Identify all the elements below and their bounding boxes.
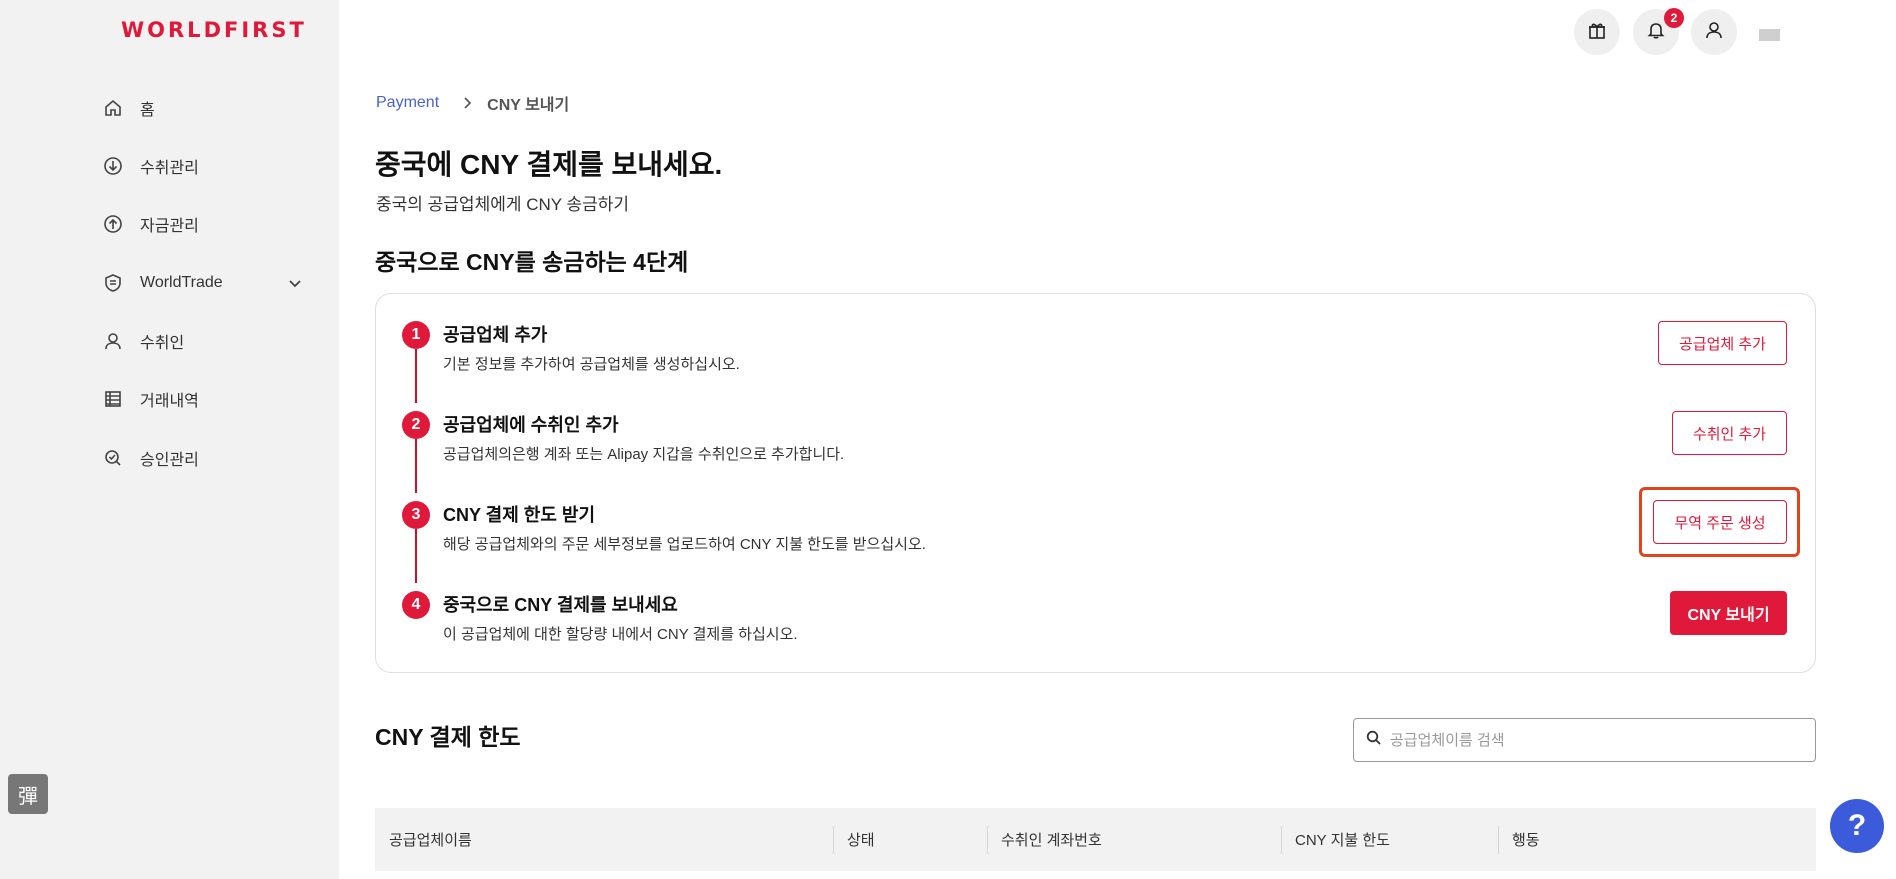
profile-button[interactable] xyxy=(1691,9,1737,55)
sidebar-item-label: 자금관리 xyxy=(140,218,199,235)
step-number: 1 xyxy=(402,321,430,349)
step-number: 2 xyxy=(402,411,430,439)
step-connector xyxy=(415,349,417,403)
add-payee-button[interactable]: 수취인 추가 xyxy=(1672,411,1787,455)
step-description: 공급업체의은행 계좌 또는 Alipay 지갑을 수취인으로 추가합니다. xyxy=(443,446,845,463)
arrow-down-circle-icon xyxy=(100,153,126,179)
user-icon xyxy=(1704,20,1724,45)
column-supplier-name: 공급업체이름 xyxy=(389,832,472,849)
gift-button[interactable] xyxy=(1574,9,1620,55)
bell-icon xyxy=(1646,20,1666,45)
cny-limit-heading: CNY 결제 한도 xyxy=(375,724,521,750)
arrow-up-circle-icon xyxy=(100,211,126,237)
page-subtitle: 중국의 공급업체에게 CNY 송금하기 xyxy=(376,195,630,214)
breadcrumb: Payment CNY 보내기 xyxy=(376,91,569,115)
column-payee-account: 수취인 계좌번호 xyxy=(1001,832,1102,849)
sidebar-item-label: 홈 xyxy=(140,102,155,119)
sidebar-item-label: 거래내역 xyxy=(140,393,199,410)
sidebar-item-home[interactable]: 홈 xyxy=(100,93,310,123)
page-title: 중국에 CNY 결제를 보내세요. xyxy=(375,149,723,180)
sidebar-item-receivables[interactable]: 수취관리 xyxy=(100,151,310,181)
table-icon xyxy=(100,386,126,412)
create-trade-order-button[interactable]: 무역 주문 생성 xyxy=(1653,500,1787,544)
step-connector xyxy=(415,529,417,583)
notification-count-badge: 2 xyxy=(1664,8,1684,28)
chevron-right-icon xyxy=(461,96,473,110)
sidebar-item-funds[interactable]: 자금관리 xyxy=(100,209,310,239)
chevron-down-icon[interactable] xyxy=(286,274,304,297)
search-icon xyxy=(1366,730,1382,751)
step-title: CNY 결제 한도 받기 xyxy=(443,505,596,525)
send-cny-button[interactable]: CNY 보내기 xyxy=(1670,591,1787,635)
supplier-search xyxy=(1353,718,1816,762)
shield-icon xyxy=(100,270,126,296)
sidebar-item-label: WorldTrade xyxy=(140,274,223,291)
step-connector xyxy=(415,439,417,493)
breadcrumb-current: CNY 보내기 xyxy=(487,97,570,114)
step-title: 공급업체에 수취인 추가 xyxy=(443,415,619,435)
sidebar-item-label: 승인관리 xyxy=(140,452,199,469)
sidebar: WORLDFIRST 홈 수취관리 자금관리 WorldTrade 수취인 거래… xyxy=(0,0,339,879)
step-title: 중국으로 CNY 결제를 보내세요 xyxy=(443,595,678,615)
home-icon xyxy=(100,95,126,121)
step-description: 이 공급업체에 대한 할당량 내에서 CNY 결제를 하십시오. xyxy=(443,626,798,643)
check-search-icon xyxy=(100,445,126,471)
cny-limit-table-header: 공급업체이름 상태 수취인 계좌번호 CNY 지불 한도 행동 xyxy=(375,808,1816,871)
column-action: 행동 xyxy=(1512,832,1540,849)
steps-heading: 중국으로 CNY를 송금하는 4단계 xyxy=(375,249,689,275)
worldfirst-logo[interactable]: WORLDFIRST xyxy=(121,18,307,42)
add-supplier-button[interactable]: 공급업체 추가 xyxy=(1658,321,1787,365)
step-title: 공급업체 추가 xyxy=(443,325,548,345)
column-cny-limit: CNY 지불 한도 xyxy=(1295,832,1390,849)
sidebar-item-label: 수취관리 xyxy=(140,160,199,177)
breadcrumb-payment-link[interactable]: Payment xyxy=(376,94,439,112)
sidebar-item-label: 수취인 xyxy=(140,335,185,352)
user-icon xyxy=(100,328,126,354)
step-number: 3 xyxy=(402,501,430,529)
step-description: 해당 공급업체와의 주문 세부정보를 업로드하여 CNY 지불 한도를 받으십시… xyxy=(443,536,926,553)
sidebar-item-payees[interactable]: 수취인 xyxy=(100,326,310,356)
sidebar-item-transactions[interactable]: 거래내역 xyxy=(100,384,310,414)
supplier-search-input[interactable] xyxy=(1390,731,1790,749)
sidebar-item-worldtrade[interactable]: WorldTrade xyxy=(100,268,310,298)
step-number: 4 xyxy=(402,591,430,619)
gift-icon xyxy=(1587,20,1607,45)
column-status: 상태 xyxy=(847,832,875,849)
step-description: 기본 정보를 추가하여 공급업체를 생성하십시오. xyxy=(443,356,740,373)
user-name-placeholder[interactable] xyxy=(1759,29,1780,41)
ime-indicator[interactable]: 彈 xyxy=(8,774,48,814)
help-button[interactable]: ? xyxy=(1830,799,1884,853)
sidebar-item-approvals[interactable]: 승인관리 xyxy=(100,443,310,473)
